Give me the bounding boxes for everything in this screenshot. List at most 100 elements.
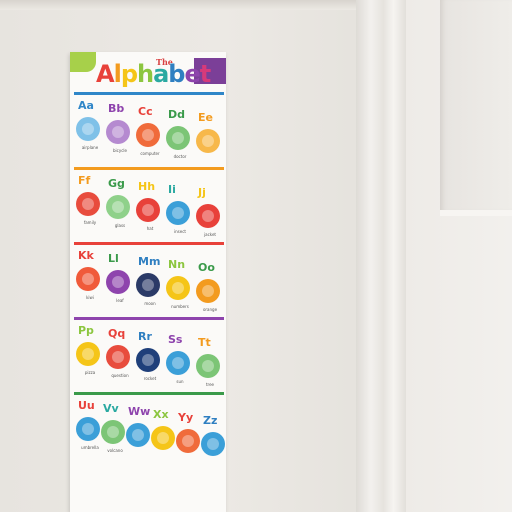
title-letter: b (168, 60, 185, 88)
title-letter: t (199, 60, 212, 88)
door-frame (356, 0, 406, 512)
letter-cell: Mm moon (134, 255, 164, 319)
word-label: hat (146, 226, 154, 231)
letter-label: Nn (168, 258, 186, 271)
word-label: airplane (81, 145, 99, 150)
title-letter: h (137, 60, 154, 88)
illustration-icon (76, 417, 100, 441)
letter-cell: Ee (194, 111, 224, 175)
word-label: computer (140, 151, 160, 156)
alphabet-grid: Aa airplane Bb bicycle Cc computer Dd doctor Ee F… (74, 92, 225, 467)
illustration-icon (136, 123, 160, 147)
letter-cell: Gg glass (104, 177, 134, 241)
illustration-icon (166, 126, 190, 150)
letter-label: Yy (178, 411, 194, 424)
illustration-icon (151, 426, 175, 450)
illustration-icon (76, 192, 100, 216)
word-label: doctor (173, 154, 187, 159)
letter-cell: Qq question (104, 327, 134, 391)
illustration-icon (166, 201, 190, 225)
word-label: bicycle (113, 148, 127, 153)
letter-cell: Ll leaf (104, 252, 134, 316)
letter-label: Uu (78, 399, 95, 412)
letter-cell: Oo orange (194, 261, 224, 325)
letter-label: Aa (78, 99, 94, 112)
letter-cell: Ss sun (164, 333, 194, 397)
letter-label: Rr (138, 330, 152, 343)
illustration-icon (176, 429, 200, 453)
alphabet-poster: The Alphabet Aa airplane Bb bicycle Cc comput… (70, 52, 226, 512)
word-label: orange (202, 307, 218, 312)
letter-label: Xx (153, 408, 169, 421)
illustration-icon (196, 204, 220, 228)
letter-label: Zz (203, 414, 218, 427)
letter-label: Ii (168, 183, 176, 196)
letter-cell: Zz (199, 414, 229, 478)
corner-badge (70, 52, 96, 72)
illustration-icon (101, 420, 125, 444)
illustration-icon (76, 342, 100, 366)
word-label: leaf (116, 298, 124, 303)
letter-cell: Pp pizza (74, 324, 104, 388)
letter-label: Bb (108, 102, 125, 115)
letter-label: Ff (78, 174, 91, 187)
illustration-icon (166, 276, 190, 300)
ceiling-shadow (0, 0, 372, 10)
poster-wrap: The Alphabet Aa airplane Bb bicycle Cc comput… (70, 52, 226, 512)
illustration-icon (136, 198, 160, 222)
word-label: rocket (143, 376, 157, 381)
letter-label: Jj (198, 186, 206, 199)
scene: The Alphabet Aa airplane Bb bicycle Cc comput… (0, 0, 512, 512)
letter-label: Hh (138, 180, 156, 193)
illustration-icon (136, 348, 160, 372)
word-label: numbers (171, 304, 189, 309)
letter-cell: Hh hat (134, 180, 164, 244)
word-label: insect (174, 229, 186, 234)
letter-cell: Dd doctor (164, 108, 194, 172)
alphabet-row: Kk kiwi Ll leaf Mm moon Nn numbers Oo orange (74, 242, 224, 317)
letter-cell: Kk kiwi (74, 249, 104, 313)
door-panel (440, 0, 512, 216)
illustration-icon (106, 345, 130, 369)
illustration-icon (126, 423, 150, 447)
word-label: question (111, 373, 129, 378)
title-letter: a (153, 60, 169, 88)
letter-label: Ww (128, 405, 151, 418)
alphabet-row: Ff family Gg glass Hh hat Ii insect Jj jacket (74, 167, 224, 242)
letter-cell: Ii insect (164, 183, 194, 247)
illustration-icon (136, 273, 160, 297)
illustration-icon (106, 120, 130, 144)
letter-label: Ll (108, 252, 119, 265)
letter-label: Pp (78, 324, 94, 337)
illustration-icon (106, 195, 130, 219)
letter-label: Cc (138, 105, 153, 118)
letter-label: Ee (198, 111, 213, 124)
letter-label: Ss (168, 333, 183, 346)
letter-cell: Cc computer (134, 105, 164, 169)
letter-label: Oo (198, 261, 215, 274)
letter-cell: Tt tree (194, 336, 224, 400)
illustration-icon (196, 279, 220, 303)
letter-label: Kk (78, 249, 94, 262)
alphabet-row: Uu umbrella Vv volcano Ww Xx Yy Zz (74, 392, 225, 467)
word-label: sun (176, 379, 184, 384)
letter-cell: Bb bicycle (104, 102, 134, 166)
letter-label: Qq (108, 327, 126, 340)
letter-cell: Aa airplane (74, 99, 104, 163)
letter-label: Vv (103, 402, 119, 415)
alphabet-row: Aa airplane Bb bicycle Cc computer Dd doctor Ee (74, 92, 224, 167)
title-letter: l (113, 60, 122, 88)
word-label: family (83, 220, 97, 225)
word-label: moon (144, 301, 156, 306)
title-letter: A (96, 60, 115, 88)
illustration-icon (166, 351, 190, 375)
title-letter: p (120, 60, 138, 88)
letter-label: Tt (198, 336, 211, 349)
letter-cell: Jj jacket (194, 186, 224, 250)
illustration-icon (196, 354, 220, 378)
illustration-icon (76, 117, 100, 141)
letter-cell: Nn numbers (164, 258, 194, 322)
letter-label: Mm (138, 255, 161, 268)
word-label: jacket (204, 232, 216, 237)
letter-label: Dd (168, 108, 186, 121)
